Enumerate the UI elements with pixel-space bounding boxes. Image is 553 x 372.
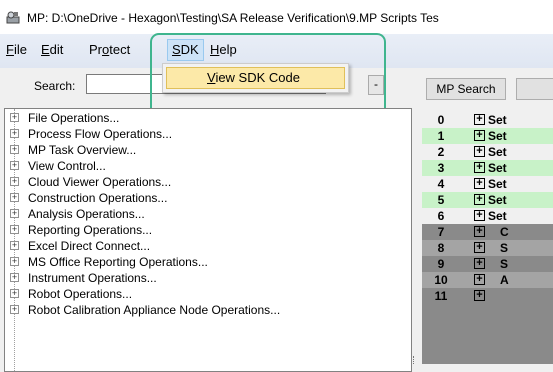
tree-item-label: MP Task Overview... — [28, 143, 137, 157]
tree-item-label: Excel Direct Connect... — [28, 239, 151, 253]
step-text: C — [500, 225, 509, 239]
tree-item-label: Robot Calibration Appliance Node Operati… — [28, 303, 281, 317]
title-bar: MP: D:\OneDrive - Hexagon\Testing\SA Rel… — [0, 0, 553, 34]
tree-item-label: Analysis Operations... — [28, 207, 145, 221]
grid-row-9[interactable]: 9 + S — [422, 256, 553, 272]
expand-icon[interactable]: + — [474, 130, 485, 141]
expand-icon[interactable]: + — [474, 114, 485, 125]
grid-row-5[interactable]: 5 + Set — [422, 192, 553, 208]
expand-icon[interactable]: + — [10, 145, 19, 154]
menu-sdk-label: SDK — [172, 42, 199, 57]
step-number: 2 — [437, 145, 445, 159]
mp-search-button[interactable]: MP Search — [426, 78, 506, 100]
command-tree[interactable]: + File Operations... + Process Flow Oper… — [4, 108, 412, 372]
menu-edit-label: Edit — [41, 42, 64, 57]
step-text: Set — [488, 209, 507, 223]
step-number: 5 — [437, 193, 445, 207]
tree-item-label: Reporting Operations... — [28, 223, 153, 237]
step-text: Set — [488, 177, 507, 191]
view-sdk-code-label: View SDK Code — [207, 70, 300, 85]
tree-item-label: Construction Operations... — [28, 191, 168, 205]
step-grid[interactable]: 0 + Set 1 + Set 2 + Set 3 + Set 4 + Set … — [422, 112, 553, 364]
expand-icon[interactable]: + — [474, 146, 485, 157]
step-text: S — [500, 241, 509, 255]
menu-edit[interactable]: Edit — [37, 40, 67, 60]
tree-item-label: Robot Operations... — [28, 287, 133, 301]
menu-help-label: Help — [210, 42, 237, 57]
step-number: 1 — [437, 129, 445, 143]
grid-row-3[interactable]: 3 + Set — [422, 160, 553, 176]
step-text: A — [500, 273, 509, 287]
tree-item-label: File Operations... — [28, 111, 120, 125]
expand-icon[interactable]: + — [10, 289, 19, 298]
grid-row-4[interactable]: 4 + Set — [422, 176, 553, 192]
grid-row-10[interactable]: 10 + A — [422, 272, 553, 288]
expand-icon[interactable]: + — [10, 305, 19, 314]
step-number: 7 — [437, 225, 445, 239]
mp-extra-button[interactable] — [516, 78, 553, 100]
menu-file[interactable]: File — [2, 40, 31, 60]
menu-protect-label: Protect — [89, 42, 131, 57]
expand-icon[interactable]: + — [474, 242, 485, 253]
view-sdk-code-item[interactable]: View SDK Code — [166, 67, 345, 89]
search-option-button[interactable]: - — [368, 75, 384, 95]
expand-icon[interactable]: + — [474, 290, 485, 301]
tree-item-label: Process Flow Operations... — [28, 127, 173, 141]
step-text: S — [500, 257, 509, 271]
tree-item-label: MS Office Reporting Operations... — [28, 255, 208, 269]
tree-item-label: Cloud Viewer Operations... — [28, 175, 172, 189]
expand-icon[interactable]: + — [474, 178, 485, 189]
expand-icon[interactable]: + — [10, 257, 19, 266]
expand-icon[interactable]: + — [10, 177, 19, 186]
expand-icon[interactable]: + — [10, 273, 19, 282]
menu-sdk[interactable]: SDK — [167, 39, 204, 61]
expand-icon[interactable]: + — [474, 194, 485, 205]
expand-icon[interactable]: + — [10, 129, 19, 138]
step-number: 6 — [437, 209, 445, 223]
step-number: 11 — [434, 289, 448, 303]
grid-row-2[interactable]: 2 + Set — [422, 144, 553, 160]
expand-icon[interactable]: + — [474, 274, 485, 285]
expand-icon[interactable]: + — [474, 210, 485, 221]
menu-protect[interactable]: Protect — [85, 40, 134, 60]
splitter-handle[interactable] — [413, 356, 417, 364]
step-number: 3 — [437, 161, 445, 175]
grid-row-1[interactable]: 1 + Set — [422, 128, 553, 144]
expand-icon[interactable]: + — [10, 225, 19, 234]
search-label: Search: — [34, 79, 76, 93]
expand-icon[interactable]: + — [474, 226, 485, 237]
expand-icon[interactable]: + — [10, 241, 19, 250]
window-title: MP: D:\OneDrive - Hexagon\Testing\SA Rel… — [27, 11, 439, 25]
expand-icon[interactable]: + — [474, 162, 485, 173]
expand-icon[interactable]: + — [10, 113, 19, 122]
expand-icon[interactable]: + — [10, 193, 19, 202]
grid-row-7[interactable]: 7 + C — [422, 224, 553, 240]
menu-file-label: File — [6, 42, 27, 57]
app-icon — [6, 11, 20, 24]
tree-item-label: Instrument Operations... — [28, 271, 157, 285]
step-text: Set — [488, 161, 507, 175]
expand-icon[interactable]: + — [10, 209, 19, 218]
step-text: Set — [488, 145, 507, 159]
step-number: 9 — [437, 257, 445, 271]
tree-item-label: View Control... — [28, 159, 106, 173]
grid-row-0[interactable]: 0 + Set — [422, 112, 553, 128]
step-number: 4 — [437, 177, 445, 191]
grid-row-6[interactable]: 6 + Set — [422, 208, 553, 224]
step-number: 10 — [434, 273, 448, 287]
grid-row-8[interactable]: 8 + S — [422, 240, 553, 256]
step-number: 8 — [437, 241, 445, 255]
expand-icon[interactable]: + — [474, 258, 485, 269]
step-text: Set — [488, 113, 507, 127]
step-text: Set — [488, 193, 507, 207]
step-text: Set — [488, 129, 507, 143]
expand-icon[interactable]: + — [10, 161, 19, 170]
sdk-dropdown-menu: View SDK Code — [162, 63, 349, 93]
menu-help[interactable]: Help — [206, 40, 241, 60]
step-number: 0 — [437, 113, 445, 127]
grid-row-11[interactable]: 11 + — [422, 288, 553, 304]
